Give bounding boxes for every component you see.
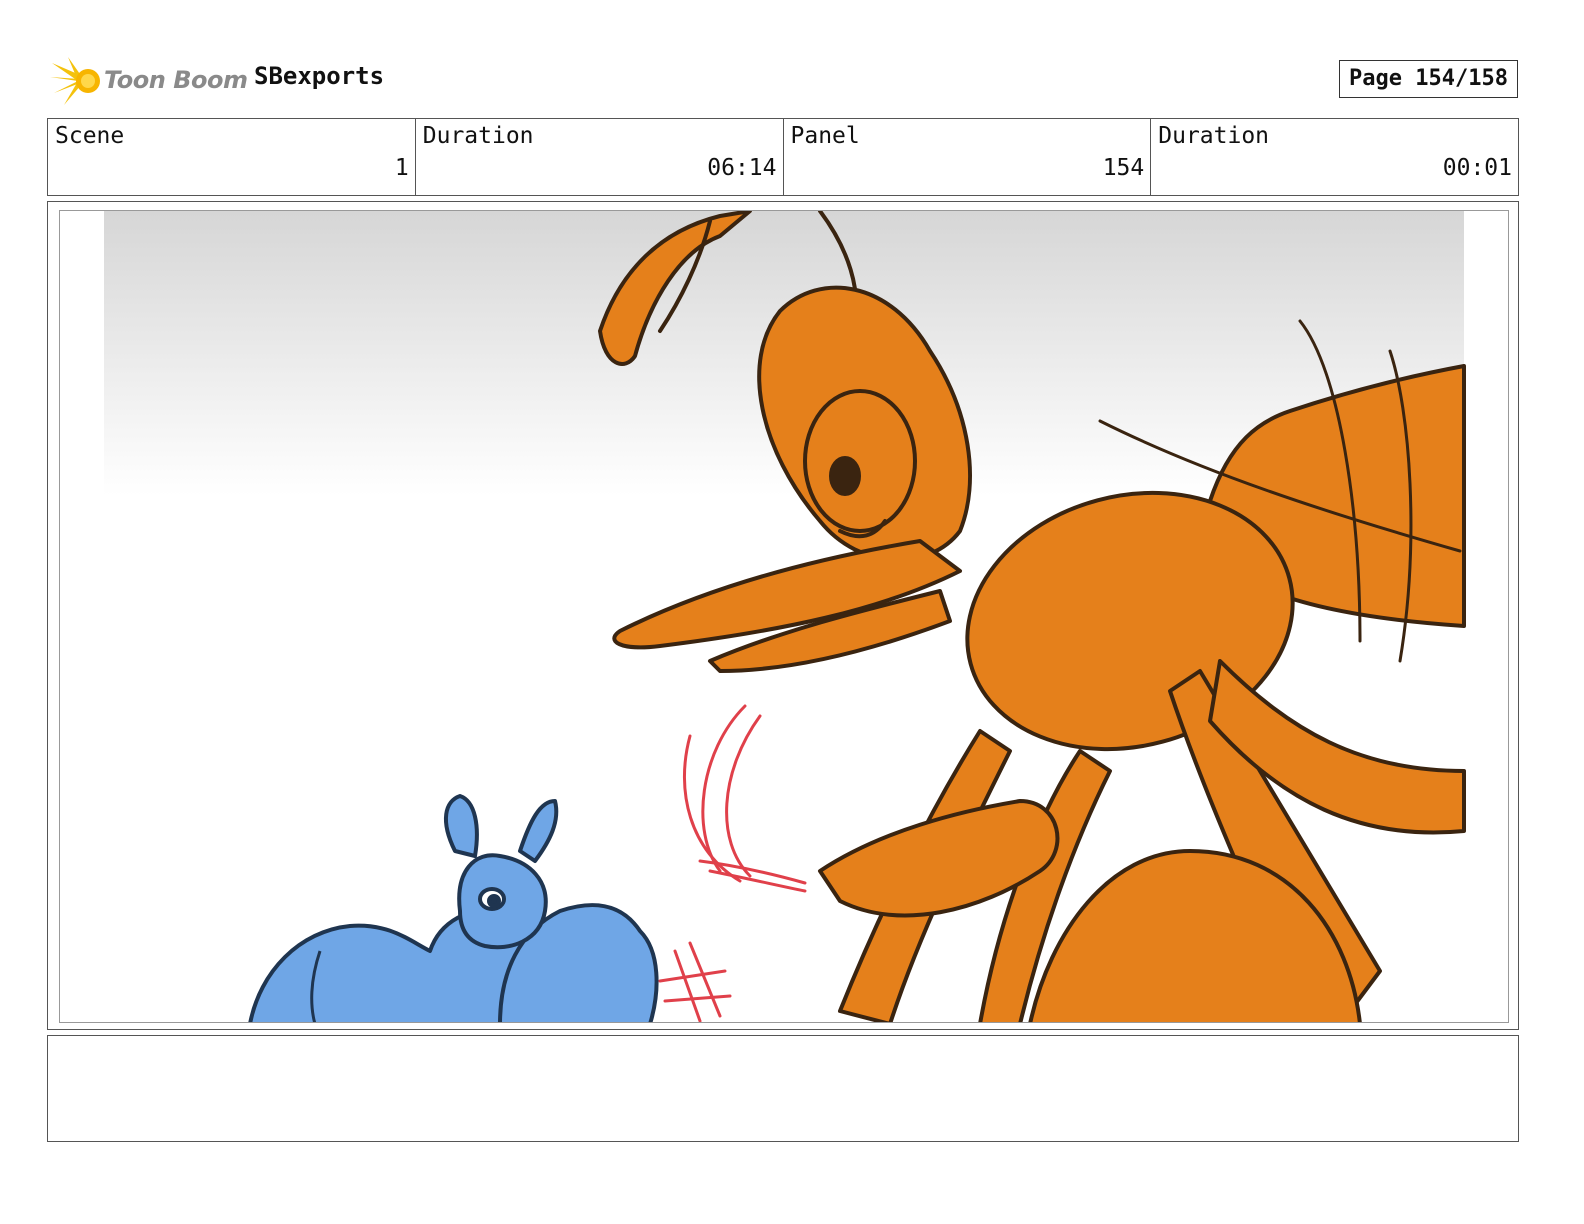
panel-duration-cell: Duration 00:01 (1151, 119, 1518, 195)
panel-notes-box[interactable] (47, 1035, 1519, 1142)
scene-duration-value: 06:14 (707, 155, 777, 181)
panel-duration-label: Duration (1158, 123, 1270, 149)
scene-label: Scene (55, 123, 125, 149)
sunburst-icon (50, 57, 100, 105)
scene-cell: Scene 1 (48, 119, 416, 195)
page-indicator: Page 154/158 (1339, 60, 1518, 98)
scene-value: 1 (394, 155, 409, 181)
storyboard-drawing (104, 211, 1466, 1022)
panel-cell: Panel 154 (784, 119, 1152, 195)
panel-info-row: Scene 1 Duration 06:14 Panel 154 Duratio… (47, 118, 1519, 196)
panel-value: 154 (1102, 155, 1145, 181)
scene-duration-cell: Duration 06:14 (416, 119, 784, 195)
panel-duration-value: 00:01 (1442, 155, 1512, 181)
logo-text: Toon Boom (104, 66, 248, 94)
scene-duration-label: Duration (422, 123, 534, 149)
panel-image (59, 210, 1509, 1023)
panel-label: Panel (790, 123, 860, 149)
panel-frame (47, 201, 1519, 1030)
project-title: SBexports (254, 62, 385, 90)
